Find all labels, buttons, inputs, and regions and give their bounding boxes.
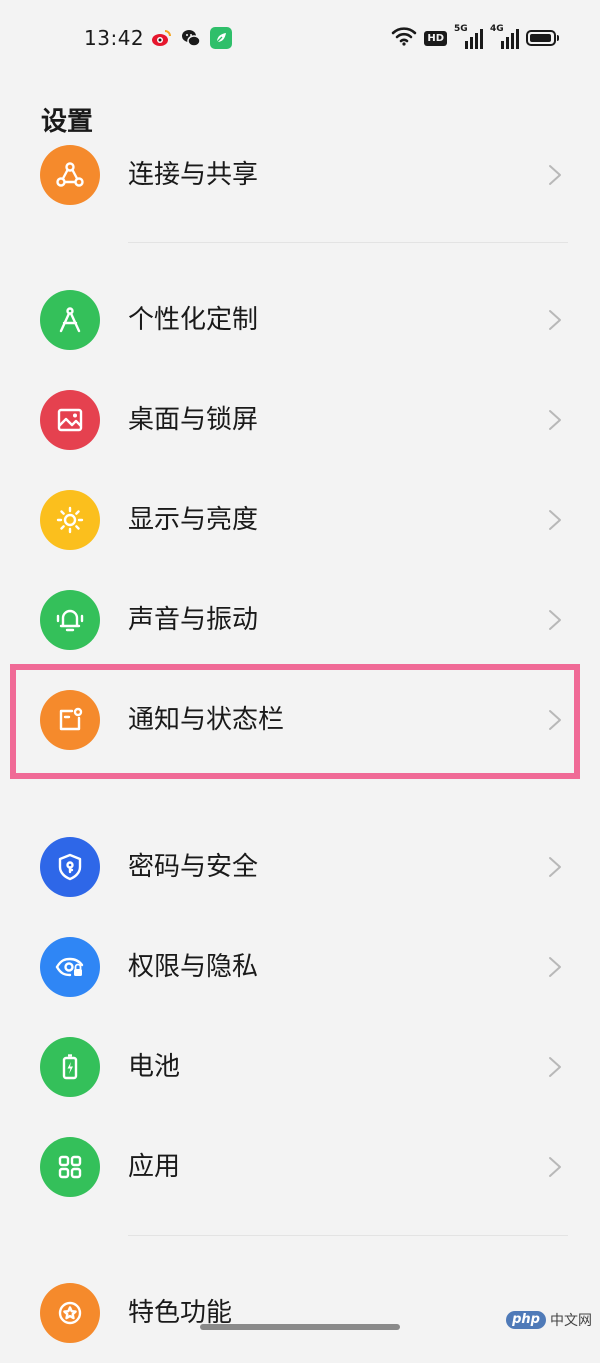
- wechat-icon: [180, 27, 202, 49]
- watermark: php 中文网: [506, 1310, 592, 1330]
- settings-item-label: 个性化定制: [128, 305, 259, 335]
- settings-item-apps[interactable]: 应用: [0, 1117, 600, 1217]
- image-icon: [40, 390, 100, 450]
- eye-icon: [40, 937, 100, 997]
- settings-item-connection-sharing[interactable]: 连接与共享: [0, 125, 600, 225]
- chevron-right-icon: [549, 1157, 561, 1177]
- chevron-right-icon: [549, 165, 561, 185]
- compass-icon: [40, 290, 100, 350]
- cellular-4g-signal: 4G: [490, 24, 519, 49]
- settings-item-sound-vibration[interactable]: 声音与振动: [0, 570, 600, 670]
- watermark-text: 中文网: [550, 1313, 592, 1329]
- shield-icon: [40, 837, 100, 897]
- settings-item-personalization[interactable]: 个性化定制: [0, 270, 600, 370]
- sun-icon: [40, 490, 100, 550]
- home-indicator[interactable]: [200, 1324, 400, 1330]
- watermark-php: php: [506, 1311, 546, 1329]
- settings-item-label: 密码与安全: [128, 852, 259, 882]
- leaf-app-icon: [210, 27, 232, 49]
- share-nodes-icon: [40, 145, 100, 205]
- cellular-5g-signal: 5G: [454, 24, 483, 49]
- apps-grid-icon: [40, 1137, 100, 1197]
- settings-item-desktop-lockscreen[interactable]: 桌面与锁屏: [0, 370, 600, 470]
- wifi-icon: [391, 26, 417, 50]
- bell-icon: [40, 590, 100, 650]
- chevron-right-icon: [549, 857, 561, 877]
- hd-badge: HD: [424, 30, 447, 46]
- settings-item-display-brightness[interactable]: 显示与亮度: [0, 470, 600, 570]
- settings-item-label: 声音与振动: [128, 605, 259, 635]
- divider: [128, 1235, 568, 1236]
- battery-icon: [40, 1037, 100, 1097]
- chevron-right-icon: [549, 310, 561, 330]
- divider: [128, 242, 568, 243]
- settings-item-label: 电池: [128, 1052, 181, 1082]
- settings-item-label: 显示与亮度: [128, 505, 259, 535]
- star-icon: [40, 1283, 100, 1343]
- settings-item-label: 连接与共享: [128, 160, 259, 190]
- weibo-icon: [150, 27, 172, 49]
- chevron-right-icon: [549, 957, 561, 977]
- settings-item-battery[interactable]: 电池: [0, 1017, 600, 1117]
- status-bar: 13:42 HD 5G 4G: [0, 0, 600, 78]
- chevron-right-icon: [549, 410, 561, 430]
- chevron-right-icon: [549, 1057, 561, 1077]
- battery-icon: [526, 30, 559, 46]
- status-time: 13:42: [84, 26, 145, 50]
- settings-item-label: 权限与隐私: [128, 952, 259, 982]
- highlight-frame: [10, 664, 580, 779]
- settings-item-label: 应用: [128, 1152, 181, 1182]
- chevron-right-icon: [549, 510, 561, 530]
- chevron-right-icon: [549, 610, 561, 630]
- settings-item-password-security[interactable]: 密码与安全: [0, 817, 600, 917]
- settings-item-permissions-privacy[interactable]: 权限与隐私: [0, 917, 600, 1017]
- notification-app-icons: [150, 27, 232, 49]
- settings-item-label: 桌面与锁屏: [128, 405, 259, 435]
